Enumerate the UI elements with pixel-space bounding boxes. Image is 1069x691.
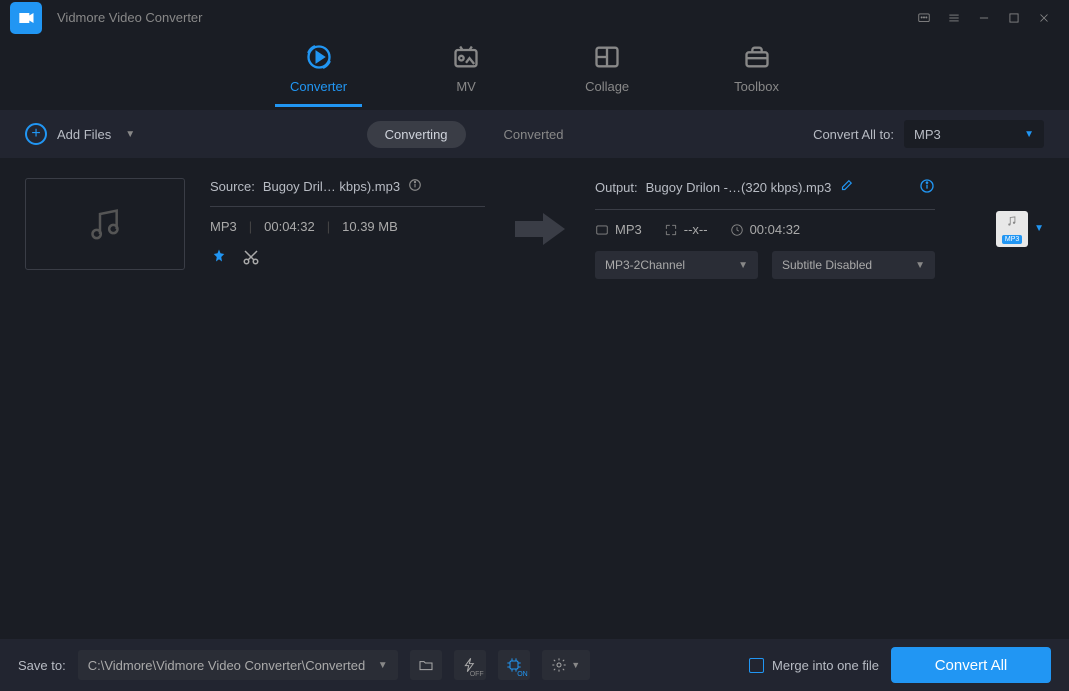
- source-column: Source: Bugoy Dril… kbps).mp3 MP3| 00:04…: [210, 178, 485, 266]
- tab-label: Converter: [290, 79, 347, 94]
- tab-label: Toolbox: [734, 79, 779, 94]
- chevron-down-icon: ▼: [378, 660, 388, 671]
- trim-button[interactable]: [242, 248, 260, 266]
- source-prefix: Source:: [210, 179, 255, 194]
- hardware-accel-toggle[interactable]: ON: [498, 650, 530, 680]
- source-duration: 00:04:32: [264, 219, 315, 234]
- checkbox-icon: [749, 658, 764, 673]
- convert-all-button[interactable]: Convert All: [891, 647, 1051, 683]
- feedback-icon[interactable]: [909, 3, 939, 33]
- file-list: Source: Bugoy Dril… kbps).mp3 MP3| 00:04…: [0, 158, 1069, 304]
- output-column: Output: Bugoy Drilon -…(320 kbps).mp3 MP…: [595, 178, 935, 279]
- chevron-down-icon: ▼: [571, 660, 580, 670]
- save-to-label: Save to:: [18, 658, 66, 673]
- tab-mv[interactable]: MV: [437, 38, 495, 107]
- music-note-icon: [85, 204, 125, 244]
- thumbnail[interactable]: [25, 178, 185, 270]
- mv-icon: [452, 43, 480, 71]
- rename-icon[interactable]: [839, 179, 853, 196]
- settings-button[interactable]: ▼: [542, 650, 590, 680]
- chevron-down-icon: ▼: [1024, 129, 1034, 140]
- app-title: Vidmore Video Converter: [57, 10, 203, 25]
- merge-label: Merge into one file: [772, 658, 879, 673]
- arrow-icon: [510, 211, 570, 247]
- tab-label: Collage: [585, 79, 629, 94]
- tab-collage[interactable]: Collage: [570, 38, 644, 107]
- output-filename: Bugoy Drilon -…(320 kbps).mp3: [646, 180, 832, 195]
- format-badge-label: MP3: [1002, 235, 1022, 244]
- convert-all-to-label: Convert All to:: [813, 127, 894, 142]
- open-folder-button[interactable]: [410, 650, 442, 680]
- maximize-button[interactable]: [999, 3, 1029, 33]
- source-size: 10.39 MB: [342, 219, 398, 234]
- info-icon[interactable]: [408, 178, 424, 194]
- tab-converted[interactable]: Converted: [486, 121, 582, 148]
- close-button[interactable]: [1029, 3, 1059, 33]
- toggle-state: ON: [517, 671, 528, 678]
- bottom-bar: Save to: C:\Vidmore\Vidmore Video Conver…: [0, 639, 1069, 691]
- converter-icon: [305, 43, 333, 71]
- add-files-button[interactable]: + Add Files ▼: [25, 123, 135, 145]
- save-path-select[interactable]: C:\Vidmore\Vidmore Video Converter\Conve…: [78, 650, 398, 680]
- tab-converting[interactable]: Converting: [367, 121, 466, 148]
- file-item: Source: Bugoy Dril… kbps).mp3 MP3| 00:04…: [0, 158, 1069, 304]
- tab-toolbox[interactable]: Toolbox: [719, 38, 794, 107]
- format-value: MP3: [914, 127, 1024, 142]
- minimize-button[interactable]: [969, 3, 999, 33]
- high-speed-toggle[interactable]: OFF: [454, 650, 486, 680]
- info-icon[interactable]: [919, 178, 935, 197]
- nav-tabs: Converter MV Collage Toolbox: [0, 35, 1069, 110]
- format-badge[interactable]: MP3: [996, 211, 1028, 247]
- chevron-down-icon[interactable]: ▼: [125, 129, 135, 140]
- tab-label: MV: [456, 79, 476, 94]
- subtitle-select[interactable]: Subtitle Disabled ▼: [772, 251, 935, 279]
- save-path-value: C:\Vidmore\Vidmore Video Converter\Conve…: [88, 658, 378, 673]
- app-logo: [10, 2, 42, 34]
- toolbar: + Add Files ▼ Converting Converted Conve…: [0, 110, 1069, 158]
- source-filename: Bugoy Dril… kbps).mp3: [263, 179, 400, 194]
- output-format: MP3: [615, 222, 642, 237]
- toggle-state: OFF: [470, 671, 484, 678]
- output-format-select[interactable]: MP3 ▼: [904, 120, 1044, 148]
- chevron-down-icon[interactable]: ▼: [1034, 223, 1044, 234]
- merge-checkbox[interactable]: Merge into one file: [749, 658, 879, 673]
- plus-circle-icon: +: [25, 123, 47, 145]
- chevron-down-icon: ▼: [738, 260, 748, 271]
- collage-icon: [593, 43, 621, 71]
- add-files-label: Add Files: [57, 127, 111, 142]
- chevron-down-icon: ▼: [915, 260, 925, 271]
- output-prefix: Output:: [595, 180, 638, 195]
- source-format: MP3: [210, 219, 237, 234]
- subtitle-value: Subtitle Disabled: [782, 258, 915, 272]
- audio-value: MP3-2Channel: [605, 258, 738, 272]
- output-resolution: --x--: [684, 222, 708, 237]
- titlebar: Vidmore Video Converter: [0, 0, 1069, 35]
- edit-effects-button[interactable]: [210, 248, 228, 266]
- toolbox-icon: [743, 43, 771, 71]
- output-duration: 00:04:32: [750, 222, 801, 237]
- tab-converter[interactable]: Converter: [275, 38, 362, 107]
- audio-track-select[interactable]: MP3-2Channel ▼: [595, 251, 758, 279]
- menu-icon[interactable]: [939, 3, 969, 33]
- item-format-picker: MP3 ▼: [996, 211, 1044, 247]
